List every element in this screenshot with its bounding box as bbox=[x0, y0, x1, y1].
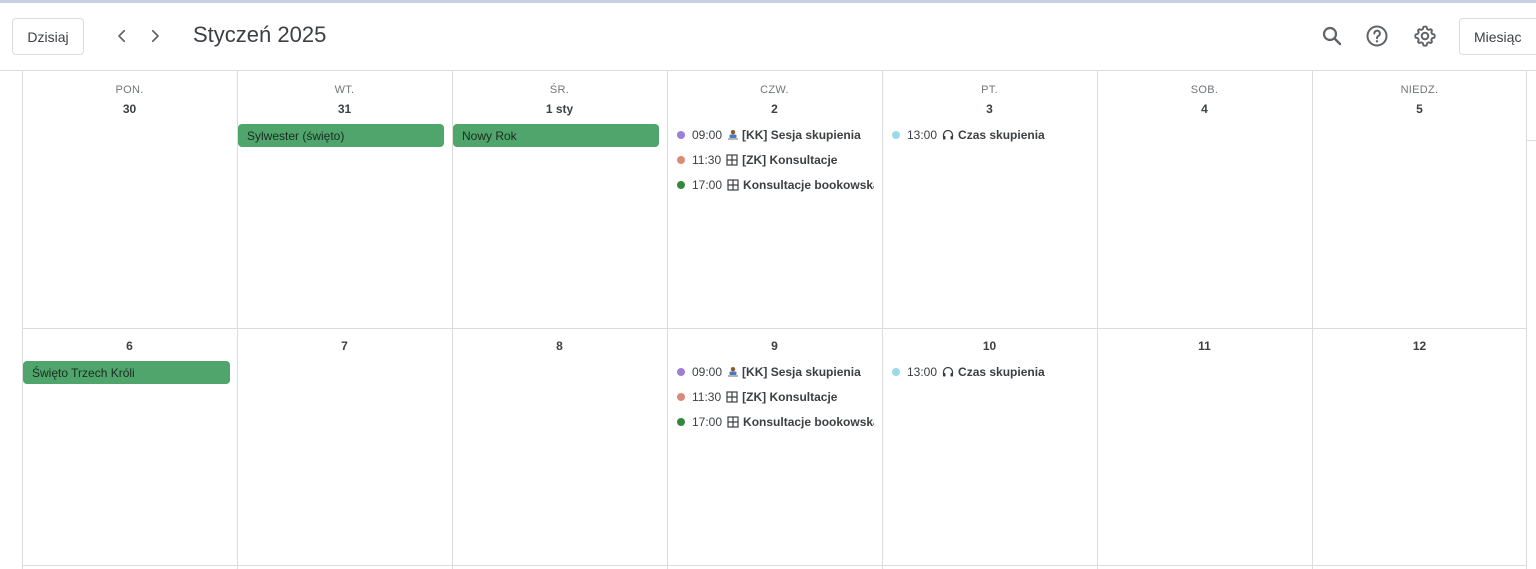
event-title: Konsultacje bookowska bbox=[743, 415, 874, 429]
weekday-label: CZW. bbox=[760, 84, 789, 96]
day-cell-tue[interactable]: 7 bbox=[237, 329, 452, 565]
chevron-right-icon bbox=[151, 29, 159, 43]
event-item[interactable]: 17:00 Konsultacje bookowska bbox=[677, 175, 874, 195]
weekday-label: NIEDZ. bbox=[1400, 84, 1439, 96]
headphones-icon bbox=[942, 129, 954, 141]
day-number[interactable]: 4 bbox=[1097, 102, 1312, 116]
person-at-desk-icon bbox=[727, 129, 739, 141]
day-number[interactable]: 12 bbox=[1312, 339, 1527, 353]
event-title: [KK] Sesja skupienia bbox=[742, 365, 861, 379]
day-cell-thu[interactable]: CZW. 2 bbox=[667, 71, 882, 328]
event-title: Czas skupienia bbox=[958, 128, 1045, 142]
day-cell-mon[interactable]: PON. 30 bbox=[22, 71, 237, 328]
event-time: 17:00 bbox=[692, 178, 723, 192]
person-at-desk-icon bbox=[727, 366, 739, 378]
event-color-dot bbox=[677, 368, 685, 376]
day-number[interactable]: 8 bbox=[452, 339, 667, 353]
day-cell-sun[interactable]: 12 bbox=[1312, 329, 1527, 565]
settings-icon bbox=[1414, 25, 1436, 47]
next-month-button[interactable] bbox=[140, 21, 170, 51]
day-number[interactable]: 7 bbox=[237, 339, 452, 353]
event-item[interactable]: 11:30 [ZK] Konsultacje bbox=[677, 387, 874, 407]
allday-event-chip[interactable]: Święto Trzech Króli bbox=[23, 361, 230, 384]
day-number[interactable]: 6 bbox=[22, 339, 237, 353]
day-cell-tue[interactable]: WT. 31 bbox=[237, 71, 452, 328]
event-item[interactable]: 17:00 Konsultacje bookowska bbox=[677, 412, 874, 432]
day-number[interactable]: 10 bbox=[882, 339, 1097, 353]
event-color-dot bbox=[677, 393, 685, 401]
event-color-dot bbox=[892, 131, 900, 139]
day-cell-wed[interactable]: 8 bbox=[452, 329, 667, 565]
day-number[interactable]: 5 bbox=[1312, 102, 1527, 116]
day-number[interactable]: 9 bbox=[667, 339, 882, 353]
event-time: 13:00 bbox=[907, 128, 938, 142]
help-button[interactable] bbox=[1362, 21, 1392, 51]
allday-event-chip[interactable]: Nowy Rok bbox=[453, 124, 659, 147]
event-color-dot bbox=[677, 418, 685, 426]
event-color-dot bbox=[677, 131, 685, 139]
day-cell-wed[interactable]: ŚR. 1 sty bbox=[452, 71, 667, 328]
scrollbar-marker bbox=[1527, 140, 1536, 141]
today-button[interactable]: Dzisiaj bbox=[12, 18, 84, 55]
day-number[interactable]: 3 bbox=[882, 102, 1097, 116]
day-cell-sun[interactable]: NIEDZ. 5 bbox=[1312, 71, 1527, 328]
weekday-label: SOB. bbox=[1190, 84, 1219, 96]
event-color-dot bbox=[677, 181, 685, 189]
day-number[interactable]: 31 bbox=[237, 102, 452, 116]
help-icon bbox=[1366, 25, 1388, 47]
previous-month-button[interactable] bbox=[107, 21, 137, 51]
event-title: Konsultacje bookowska bbox=[743, 178, 874, 192]
event-item[interactable]: 13:00 Czas skupienia bbox=[892, 362, 1089, 382]
day-number[interactable]: 30 bbox=[22, 102, 237, 116]
weekday-label: ŚR. bbox=[549, 84, 570, 96]
event-title: [KK] Sesja skupienia bbox=[742, 128, 861, 142]
grid-icon bbox=[726, 154, 738, 166]
day-cell-sat[interactable]: SOB. 4 bbox=[1097, 71, 1312, 328]
view-selector-button[interactable]: Miesiąc bbox=[1459, 18, 1536, 55]
grid-icon bbox=[727, 179, 739, 191]
settings-button[interactable] bbox=[1410, 21, 1440, 51]
event-time: 09:00 bbox=[692, 365, 723, 379]
event-title: [ZK] Konsultacje bbox=[742, 153, 838, 167]
chevron-left-icon bbox=[118, 29, 126, 43]
day-number[interactable]: 1 sty bbox=[452, 102, 667, 116]
day-number[interactable]: 2 bbox=[667, 102, 882, 116]
event-color-dot bbox=[677, 156, 685, 164]
event-item[interactable]: 13:00 Czas skupienia bbox=[892, 125, 1089, 145]
grid-icon bbox=[727, 416, 739, 428]
event-time: 11:30 bbox=[692, 153, 722, 167]
search-button[interactable] bbox=[1317, 21, 1347, 51]
weekday-label: PON. bbox=[115, 84, 144, 96]
event-time: 11:30 bbox=[692, 390, 722, 404]
grid-icon bbox=[726, 391, 738, 403]
event-item[interactable]: 09:00 [KK] Sesja skupienia bbox=[677, 362, 874, 382]
headphones-icon bbox=[942, 366, 954, 378]
event-title: Czas skupienia bbox=[958, 365, 1045, 379]
week-divider bbox=[22, 565, 1526, 566]
day-number[interactable]: 11 bbox=[1097, 339, 1312, 353]
event-time: 13:00 bbox=[907, 365, 938, 379]
event-time: 09:00 bbox=[692, 128, 723, 142]
month-title: Styczeń 2025 bbox=[193, 22, 327, 47]
search-icon bbox=[1322, 26, 1342, 46]
event-item[interactable]: 09:00 [KK] Sesja skupienia bbox=[677, 125, 874, 145]
event-item[interactable]: 11:30 [ZK] Konsultacje bbox=[677, 150, 874, 170]
calendar-toolbar: Dzisiaj Styczeń 2025 Miesiąc bbox=[0, 3, 1536, 70]
event-title: [ZK] Konsultacje bbox=[742, 390, 838, 404]
event-time: 17:00 bbox=[692, 415, 723, 429]
event-color-dot bbox=[892, 368, 900, 376]
weekday-label: WT. bbox=[334, 84, 355, 96]
allday-event-chip[interactable]: Sylwester (święto) bbox=[238, 124, 444, 147]
day-cell-fri[interactable]: PT. 3 bbox=[882, 71, 1097, 328]
day-cell-sat[interactable]: 11 bbox=[1097, 329, 1312, 565]
weekday-label: PT. bbox=[981, 84, 998, 96]
